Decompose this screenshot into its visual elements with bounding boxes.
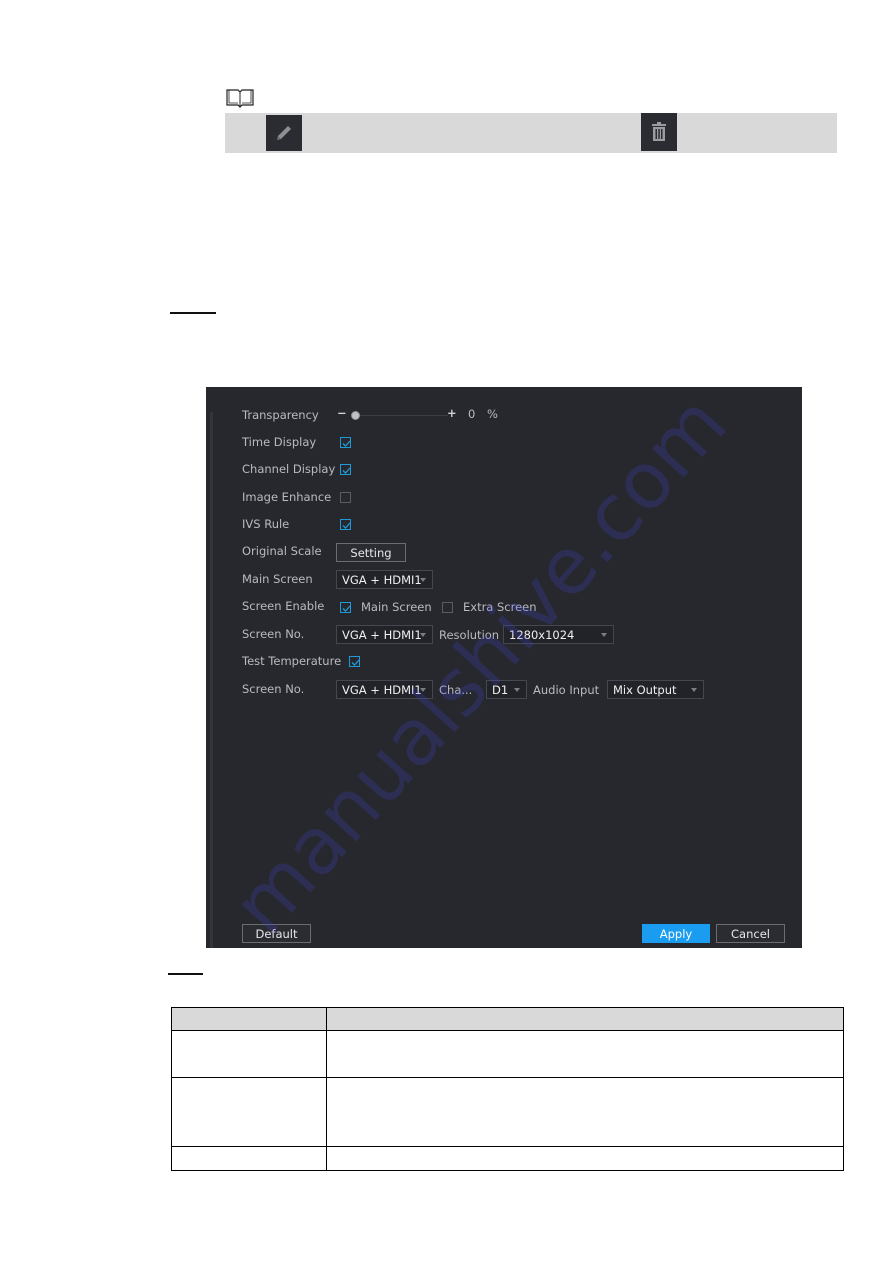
main-screen-checkbox-label: Main Screen	[361, 600, 432, 614]
table-cell-parameter	[171, 1030, 327, 1078]
table-row	[171, 1030, 844, 1078]
original-scale-setting-button[interactable]: Setting	[336, 543, 406, 562]
ivs-rule-label: IVS Rule	[242, 517, 290, 531]
transparency-row: Transparency	[242, 405, 319, 425]
resolution-select[interactable]: 1280x1024	[503, 625, 614, 644]
extra-screen-checkbox-label: Extra Screen	[463, 600, 537, 614]
image-enhance-label: Image Enhance	[242, 490, 332, 504]
audio-input-value: Mix Output	[613, 682, 677, 697]
step-marker	[168, 973, 203, 975]
table-header-description	[326, 1007, 844, 1031]
table-row	[171, 1146, 844, 1171]
time-display-checkbox[interactable]	[340, 437, 351, 448]
ivs-rule-checkbox[interactable]	[340, 519, 351, 530]
image-enhance-checkbox[interactable]	[340, 492, 351, 503]
chevron-down-icon	[420, 578, 426, 582]
edit-pencil-icon	[266, 115, 302, 151]
check-icon	[342, 440, 351, 447]
transparency-decrease-button[interactable]: −	[337, 406, 347, 420]
temperature-screen-no-value: VGA + HDMI1	[342, 682, 422, 697]
parameter-table	[171, 1007, 844, 1171]
table-cell-parameter	[171, 1077, 327, 1147]
channel-display-checkbox[interactable]	[340, 464, 351, 475]
chevron-down-icon	[514, 688, 520, 692]
channel-display-row: Channel Display	[242, 459, 335, 479]
transparency-label: Transparency	[242, 408, 319, 422]
apply-button[interactable]: Apply	[642, 924, 710, 943]
audio-input-label: Audio Input	[533, 683, 600, 697]
channel-value: D1	[492, 682, 509, 697]
transparency-increase-button[interactable]: +	[447, 406, 457, 420]
panel-scrollbar[interactable]	[210, 412, 213, 948]
chevron-down-icon	[420, 633, 426, 637]
main-screen-row: Main Screen	[242, 569, 313, 589]
note-bar	[225, 113, 837, 153]
table-cell-parameter	[171, 1146, 327, 1171]
screen-no-value: VGA + HDMI1	[342, 627, 422, 642]
resolution-label: Resolution	[439, 628, 500, 642]
audio-input-select[interactable]: Mix Output	[607, 680, 704, 699]
image-enhance-row: Image Enhance	[242, 487, 331, 507]
check-icon	[342, 467, 351, 474]
channel-display-label: Channel Display	[242, 462, 336, 476]
temperature-screen-no-select[interactable]: VGA + HDMI1	[336, 680, 433, 699]
main-screen-value: VGA + HDMI1	[342, 572, 422, 587]
test-temperature-checkbox[interactable]	[349, 656, 360, 667]
display-settings-panel: Transparency − + 0 % Time Display Channe…	[206, 387, 802, 948]
check-icon	[342, 522, 351, 529]
main-screen-select[interactable]: VGA + HDMI1	[336, 570, 433, 589]
step-marker	[170, 312, 216, 314]
extra-screen-checkbox[interactable]	[442, 602, 453, 613]
check-icon	[342, 605, 351, 612]
transparency-slider-thumb[interactable]	[351, 411, 360, 420]
screen-enable-label: Screen Enable	[242, 599, 325, 613]
screen-no-select[interactable]: VGA + HDMI1	[336, 625, 433, 644]
table-cell-description	[326, 1146, 844, 1171]
ivs-rule-row: IVS Rule	[242, 514, 289, 534]
original-scale-label: Original Scale	[242, 544, 322, 558]
time-display-label: Time Display	[242, 435, 317, 449]
screen-no-label: Screen No.	[242, 627, 305, 641]
temperature-screen-no-label: Screen No.	[242, 682, 305, 696]
table-header-parameter	[171, 1007, 327, 1031]
cancel-button[interactable]: Cancel	[716, 924, 785, 943]
channel-label: Cha...	[439, 683, 473, 697]
default-button[interactable]: Default	[242, 924, 311, 943]
temperature-screen-no-row: Screen No.	[242, 679, 304, 699]
test-temperature-row: Test Temperature	[242, 651, 341, 671]
channel-select[interactable]: D1	[486, 680, 527, 699]
screen-no-row: Screen No.	[242, 624, 304, 644]
table-cell-description	[326, 1030, 844, 1078]
transparency-unit: %	[487, 407, 498, 421]
chevron-down-icon	[691, 688, 697, 692]
table-header-row	[171, 1007, 844, 1031]
main-screen-checkbox[interactable]	[340, 602, 351, 613]
book-icon	[225, 88, 255, 108]
test-temperature-label: Test Temperature	[242, 654, 342, 668]
original-scale-row: Original Scale	[242, 541, 322, 561]
main-screen-label: Main Screen	[242, 572, 313, 586]
transparency-value: 0	[468, 407, 476, 421]
check-icon	[351, 659, 360, 666]
time-display-row: Time Display	[242, 432, 316, 452]
chevron-down-icon	[601, 633, 607, 637]
resolution-value: 1280x1024	[509, 627, 575, 642]
table-row	[171, 1077, 844, 1147]
delete-trash-icon	[641, 113, 677, 151]
table-cell-description	[326, 1077, 844, 1147]
transparency-slider[interactable]	[352, 415, 448, 416]
screen-enable-row: Screen Enable	[242, 596, 324, 616]
chevron-down-icon	[420, 688, 426, 692]
